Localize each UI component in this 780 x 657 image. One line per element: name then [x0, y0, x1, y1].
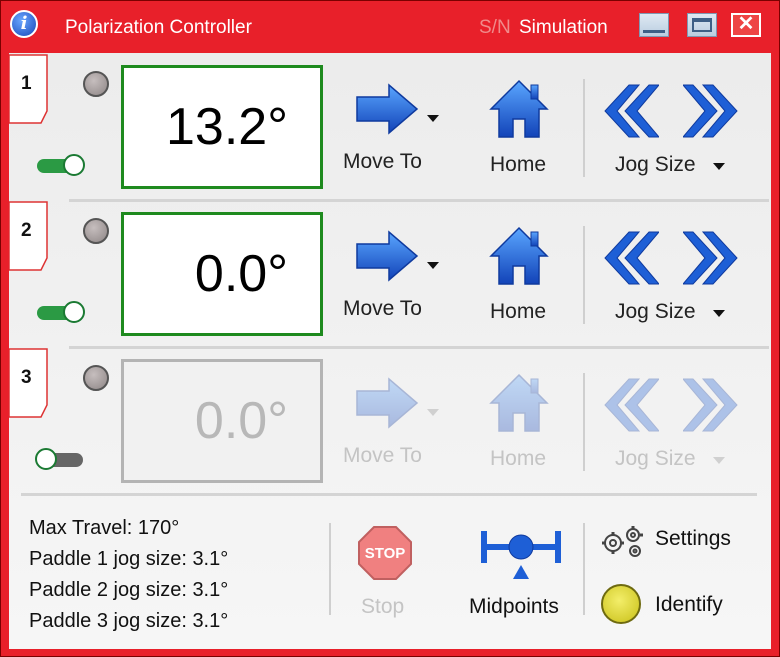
- client-area: 1 13.2° Move To Home Jog Size 2 0.0° Mov…: [9, 53, 771, 649]
- jog-dropdown-caret-icon[interactable]: [713, 310, 725, 317]
- maximize-button[interactable]: [687, 13, 717, 37]
- app-window: i Polarization Controller S/N Simulation…: [0, 0, 780, 657]
- move-to-label[interactable]: Move To: [343, 297, 422, 321]
- settings-label[interactable]: Settings: [655, 527, 731, 551]
- move-to-label: Move To: [343, 444, 422, 467]
- paddle-tab: 1: [9, 53, 53, 124]
- double-chevron-right-icon[interactable]: [683, 228, 743, 288]
- minimize-button[interactable]: [639, 13, 669, 37]
- move-dropdown-caret-icon[interactable]: [427, 115, 439, 122]
- move-dropdown-caret-icon: [427, 409, 439, 416]
- jog-size-label[interactable]: Jog Size: [615, 153, 696, 177]
- house-icon[interactable]: [489, 77, 549, 141]
- section-divider: [21, 493, 757, 496]
- home-label[interactable]: Home: [490, 300, 546, 324]
- house-icon: [489, 373, 549, 432]
- status-led-icon: [83, 71, 109, 97]
- jog-size-label[interactable]: Jog Size: [615, 300, 696, 324]
- paddle-row-3: 3 0.0° Move To Home Jog Size: [9, 347, 771, 493]
- paddle-number: 1: [21, 73, 32, 94]
- angle-display[interactable]: 13.2°: [121, 65, 323, 189]
- right-arrow-icon[interactable]: [355, 230, 419, 282]
- midpoint-icon[interactable]: [479, 527, 563, 585]
- double-chevron-left-icon: [604, 378, 659, 432]
- jog-size-label: Jog Size: [615, 447, 696, 470]
- max-travel-text: Max Travel: 170°: [29, 517, 180, 539]
- paddle-tab: 3: [9, 347, 53, 418]
- paddle-enable-toggle[interactable]: [35, 153, 89, 179]
- home-label[interactable]: Home: [490, 153, 546, 177]
- double-chevron-right-icon[interactable]: [683, 81, 743, 141]
- paddle-enable-toggle[interactable]: [35, 447, 89, 473]
- right-arrow-icon[interactable]: [355, 83, 419, 135]
- midpoints-label[interactable]: Midpoints: [469, 595, 559, 619]
- paddle3-jog-text: Paddle 3 jog size: 3.1°: [29, 610, 229, 632]
- jog-dropdown-caret-icon[interactable]: [713, 163, 725, 170]
- paddle-number: 3: [21, 367, 32, 388]
- paddle-enable-toggle[interactable]: [35, 300, 89, 326]
- double-chevron-right-icon: [683, 378, 738, 432]
- home-label: Home: [490, 447, 547, 470]
- angle-display[interactable]: 0.0°: [121, 212, 323, 336]
- stop-sign-icon: STOP: [358, 526, 412, 580]
- paddle2-jog-text: Paddle 2 jog size: 3.1°: [29, 579, 229, 601]
- move-dropdown-caret-icon[interactable]: [427, 262, 439, 269]
- paddle-row-2: 2 0.0° Move To Home Jog Size: [9, 200, 771, 346]
- status-led-icon: [83, 365, 109, 391]
- window-title: Polarization Controller: [65, 17, 252, 38]
- close-button[interactable]: ✕: [731, 13, 761, 37]
- stop-label: Stop: [361, 595, 405, 618]
- house-icon[interactable]: [489, 224, 549, 288]
- paddle-number: 2: [21, 220, 32, 241]
- divider: [329, 523, 331, 615]
- led-icon[interactable]: [601, 584, 641, 624]
- serial-value: Simulation: [519, 17, 608, 38]
- double-chevron-left-icon[interactable]: [599, 228, 659, 288]
- info-icon[interactable]: i: [10, 10, 38, 38]
- paddle-row-1: 1 13.2° Move To Home Jog Size: [9, 53, 771, 199]
- serial-label: S/N: [479, 17, 511, 38]
- move-to-label[interactable]: Move To: [343, 150, 422, 174]
- divider: [583, 226, 585, 324]
- title-bar[interactable]: i Polarization Controller S/N Simulation…: [1, 1, 779, 53]
- paddle1-jog-text: Paddle 1 jog size: 3.1°: [29, 548, 229, 570]
- right-arrow-icon: [356, 377, 419, 429]
- divider: [583, 373, 585, 471]
- angle-display: 0.0°: [121, 359, 323, 483]
- jog-dropdown-caret-icon: [713, 457, 725, 464]
- status-led-icon: [83, 218, 109, 244]
- gears-icon[interactable]: [599, 523, 647, 559]
- divider: [583, 79, 585, 177]
- double-chevron-left-icon[interactable]: [599, 81, 659, 141]
- stop-icon-text: STOP: [365, 545, 406, 562]
- paddle-tab: 2: [9, 200, 53, 271]
- divider: [583, 523, 585, 615]
- identify-label[interactable]: Identify: [655, 593, 723, 617]
